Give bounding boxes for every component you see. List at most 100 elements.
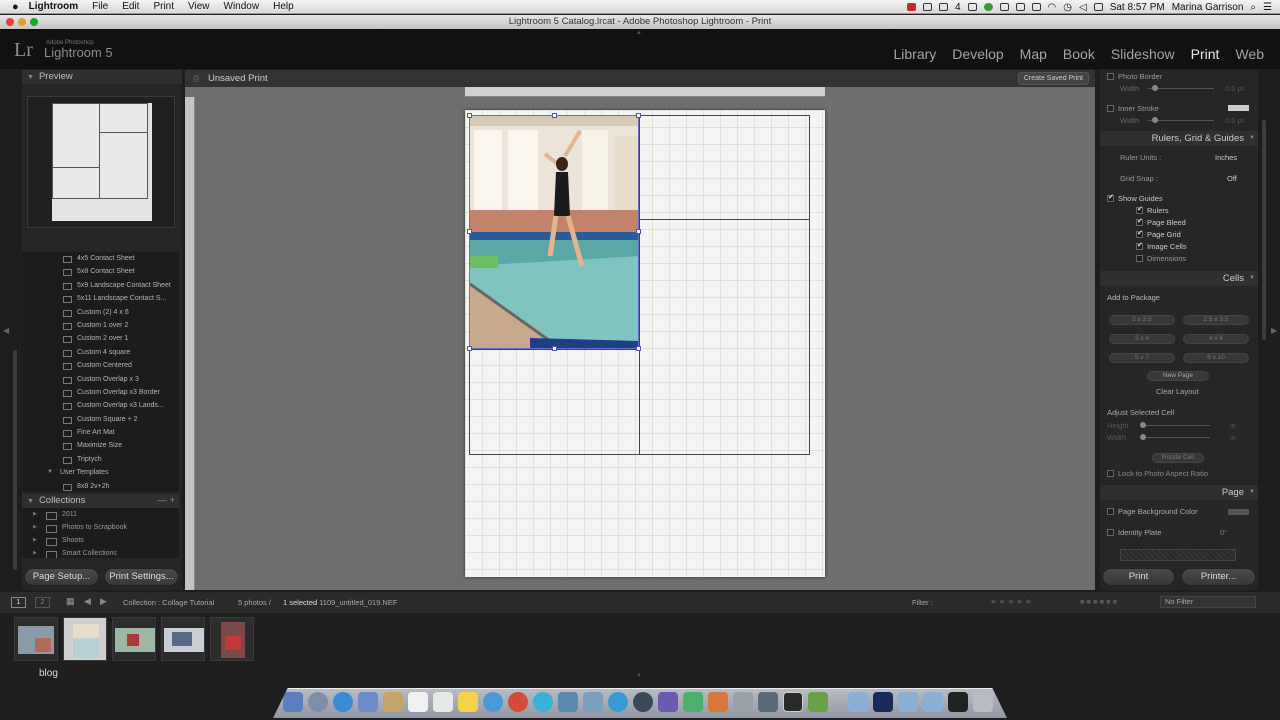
- numbers-icon[interactable]: [683, 692, 703, 712]
- guide-cells-row[interactable]: Image Cells: [1136, 241, 1187, 251]
- right-panel-scrollbar[interactable]: [1262, 120, 1266, 340]
- module-library[interactable]: Library: [886, 46, 945, 62]
- status-icon[interactable]: [999, 3, 1009, 11]
- collapse-top-icon[interactable]: ▲: [636, 30, 642, 36]
- resize-handle[interactable]: [552, 346, 557, 351]
- menu-print[interactable]: Print: [153, 1, 174, 12]
- downloads-folder-icon[interactable]: [848, 692, 868, 712]
- template-item[interactable]: Custom Overlap x3 Lands...: [22, 399, 179, 412]
- ruler-units-select[interactable]: Inches: [1215, 153, 1237, 162]
- module-web[interactable]: Web: [1227, 46, 1272, 62]
- list-icon[interactable]: ☰: [1263, 2, 1272, 13]
- resize-handle[interactable]: [636, 229, 641, 234]
- cell-width-slider[interactable]: [1140, 434, 1210, 440]
- inner-stroke-row[interactable]: Inner Stroke: [1107, 104, 1159, 113]
- status-icon[interactable]: [938, 3, 948, 11]
- filmstrip-thumbnail[interactable]: [112, 617, 156, 661]
- filmstrip-thumbnail[interactable]: [161, 617, 205, 661]
- resize-handle[interactable]: [636, 113, 641, 118]
- battery-icon[interactable]: [1093, 3, 1103, 11]
- preview-app-icon[interactable]: [583, 692, 603, 712]
- template-item[interactable]: Custom 1 over 2: [22, 319, 179, 332]
- stroke-color-swatch[interactable]: [1228, 105, 1249, 111]
- template-item[interactable]: 5x9 Landscape Contact Sheet: [22, 279, 179, 292]
- selected-photo[interactable]: [469, 115, 639, 349]
- resize-handle[interactable]: [552, 113, 557, 118]
- collection-item[interactable]: 2011: [22, 508, 179, 521]
- guide-dimensions-row[interactable]: Dimensions: [1136, 254, 1186, 263]
- volume-icon[interactable]: ◁: [1079, 2, 1087, 13]
- identity-plate-checkbox[interactable]: [1107, 528, 1114, 536]
- spotlight-icon[interactable]: ⌕: [1250, 2, 1256, 13]
- page-header[interactable]: Page: [1100, 485, 1258, 500]
- color-filter[interactable]: ■■■■■■: [1080, 597, 1119, 606]
- page-bg-row[interactable]: Page Background Color: [1107, 507, 1198, 516]
- cell-height-slider[interactable]: [1140, 422, 1210, 428]
- calendar-icon[interactable]: [408, 692, 428, 712]
- trash-icon[interactable]: [973, 692, 993, 712]
- resize-handle[interactable]: [467, 229, 472, 234]
- guide-rulers-row[interactable]: Rulers: [1136, 205, 1169, 215]
- collections-header[interactable]: ▼ Collections — +: [22, 494, 179, 508]
- identity-plate-row[interactable]: Identity Plate: [1107, 528, 1161, 537]
- template-item[interactable]: Custom 4 square: [22, 346, 179, 359]
- collapse-right-icon[interactable]: ▶: [1271, 326, 1277, 335]
- filmstrip-thumbnail[interactable]: [14, 617, 58, 661]
- back-arrow-icon[interactable]: ◀: [84, 596, 91, 607]
- apple-icon[interactable]: ●: [12, 1, 19, 13]
- resize-handle[interactable]: [636, 346, 641, 351]
- status-icon[interactable]: [1031, 3, 1041, 11]
- grid-snap-select[interactable]: Off: [1227, 174, 1237, 183]
- time-machine-icon[interactable]: [633, 692, 653, 712]
- collections-add-remove[interactable]: — +: [157, 494, 175, 508]
- module-print[interactable]: Print: [1183, 46, 1228, 62]
- guide-grid-row[interactable]: Page Grid: [1136, 229, 1181, 239]
- left-panel-scrollbar[interactable]: [13, 350, 17, 570]
- desktop-folder-label[interactable]: blog: [39, 668, 58, 679]
- guide-checkbox[interactable]: [1136, 205, 1143, 214]
- messages-icon[interactable]: [533, 692, 553, 712]
- record-icon[interactable]: [906, 3, 916, 11]
- print-button[interactable]: Print: [1102, 568, 1175, 586]
- page-2-button[interactable]: 2: [35, 597, 50, 608]
- terminal-icon[interactable]: [948, 692, 968, 712]
- minimize-icon[interactable]: [18, 18, 26, 26]
- template-item[interactable]: Custom Centered: [22, 359, 179, 372]
- launchpad-icon[interactable]: [308, 692, 328, 712]
- menu-window[interactable]: Window: [224, 1, 260, 12]
- template-item[interactable]: Custom 2 over 1: [22, 332, 179, 345]
- utility-icon[interactable]: [808, 692, 828, 712]
- template-item[interactable]: Custom Square + 2: [22, 413, 179, 426]
- create-saved-print-button[interactable]: Create Saved Print: [1017, 72, 1089, 85]
- module-slideshow[interactable]: Slideshow: [1103, 46, 1183, 62]
- photo-border-row[interactable]: Photo Border: [1107, 72, 1162, 81]
- menubar-datetime[interactable]: Sat 8:57 PM: [1110, 2, 1165, 13]
- template-item[interactable]: Custom Overlap x 3: [22, 373, 179, 386]
- selected-filename[interactable]: / 1109_untitled_019.NEF: [315, 598, 397, 607]
- template-item[interactable]: Triptych: [22, 453, 179, 466]
- photoshop-icon[interactable]: [873, 692, 893, 712]
- template-item[interactable]: Custom (2) 4 x 6: [22, 306, 179, 319]
- new-page-button[interactable]: New Page: [1147, 371, 1209, 381]
- template-item[interactable]: 8x8 2v+2h: [22, 480, 179, 492]
- page-setup-button[interactable]: Page Setup...: [24, 568, 99, 586]
- size-2.5x3.5-button[interactable]: 2.5 x 3.5: [1183, 315, 1249, 325]
- printer-button[interactable]: Printer...: [1181, 568, 1256, 586]
- page-bg-swatch[interactable]: [1228, 509, 1249, 515]
- menubar-user[interactable]: Marina Garrison: [1172, 2, 1244, 13]
- collapse-left-icon[interactable]: ◀: [3, 326, 9, 335]
- collection-item[interactable]: Smart Collections: [22, 547, 179, 558]
- template-item[interactable]: 4x5 Contact Sheet: [22, 252, 179, 265]
- template-item[interactable]: Maximize Size: [22, 439, 179, 452]
- cells-header[interactable]: Cells: [1100, 271, 1258, 286]
- status-icon[interactable]: [922, 3, 932, 11]
- collapse-bottom-icon[interactable]: ▼: [636, 673, 642, 679]
- resize-handle[interactable]: [467, 346, 472, 351]
- contacts-icon[interactable]: [383, 692, 403, 712]
- forward-arrow-icon[interactable]: ▶: [100, 596, 107, 607]
- status-icon[interactable]: [983, 3, 993, 11]
- guide-checkbox[interactable]: [1136, 254, 1143, 262]
- status-icon[interactable]: [967, 3, 977, 11]
- grid-view-icon[interactable]: ▦: [66, 596, 75, 607]
- safari-icon[interactable]: [333, 692, 353, 712]
